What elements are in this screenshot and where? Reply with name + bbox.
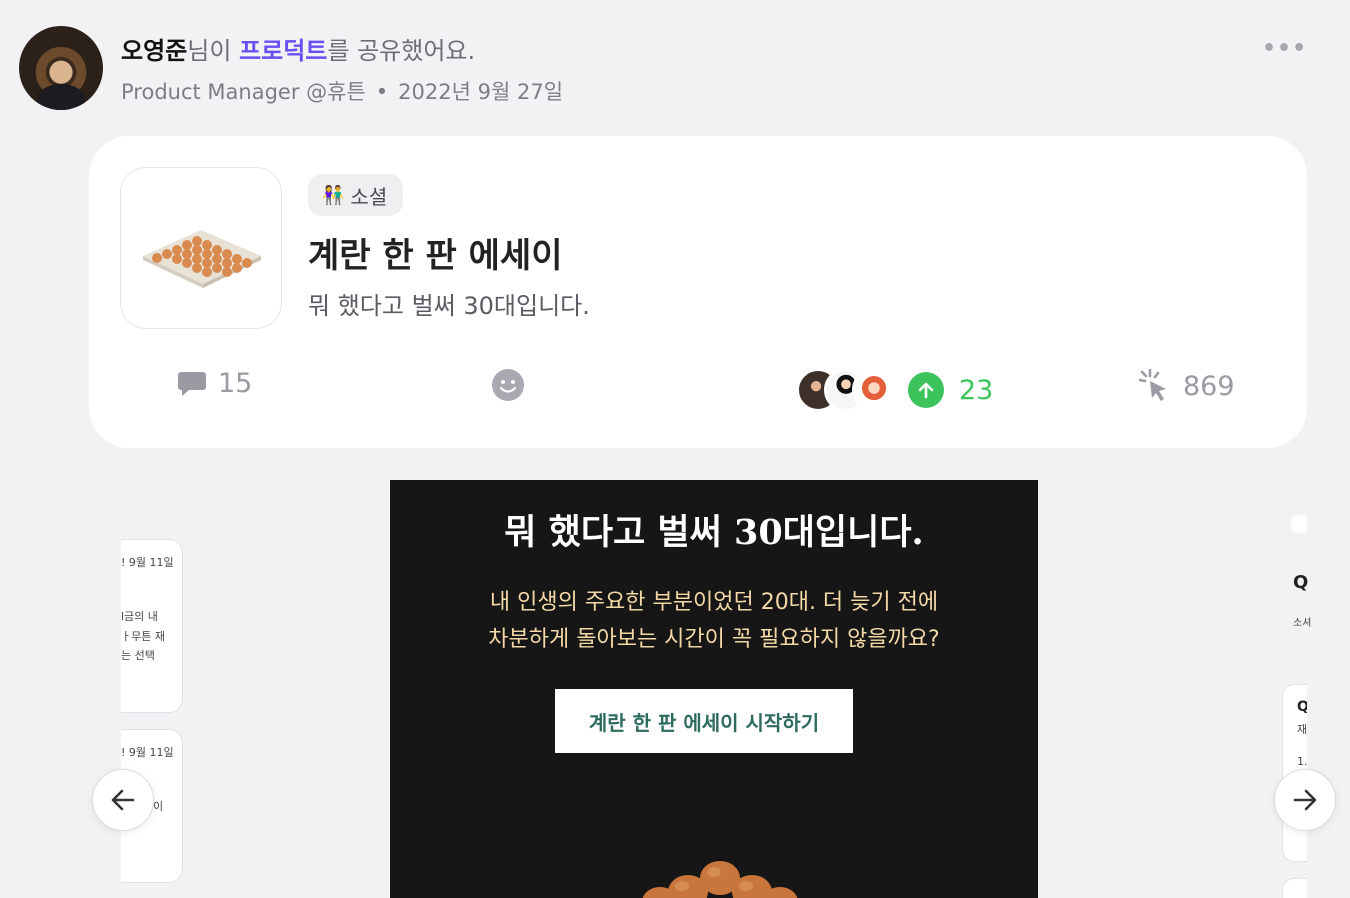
product-thumbnail[interactable] bbox=[120, 167, 282, 329]
comment-count: 15 bbox=[218, 368, 253, 399]
slide-date: ! 9월 11일 bbox=[121, 556, 174, 569]
view-count: 869 bbox=[1183, 370, 1235, 402]
comment-icon bbox=[178, 371, 206, 396]
egg-tray-image bbox=[143, 230, 261, 288]
slide-text: ㅏ무튼 재 bbox=[121, 630, 165, 643]
upvote-count: 23 bbox=[959, 374, 994, 406]
carousel-slide-edge bbox=[1291, 515, 1307, 533]
author-subline: Product Manager @휴튼 • 2022년 9월 27일 bbox=[121, 76, 563, 106]
product-title[interactable]: 계란 한 판 에세이 bbox=[308, 228, 562, 277]
emoji-icon bbox=[492, 369, 524, 401]
separator-dot: • bbox=[375, 80, 389, 104]
carousel-slide-main[interactable]: 뭐 했다고 벌써 30대입니다. 내 인생의 주요한 부분이었던 20대. 더 … bbox=[390, 480, 1038, 898]
upvote-arrow-icon bbox=[918, 382, 934, 399]
slide-body-line: 내 인생의 주요한 부분이었던 20대. 더 늦기 전에 bbox=[489, 590, 939, 615]
egg-pile-image bbox=[642, 861, 798, 898]
carousel-slide-next-2[interactable] bbox=[1282, 878, 1307, 898]
category-label: 소셜 bbox=[350, 184, 388, 209]
view-count-stat: 869 bbox=[1136, 368, 1235, 404]
emoji-reaction-button[interactable] bbox=[491, 368, 525, 402]
author-name[interactable]: 오영준 bbox=[121, 37, 187, 65]
arrow-right-icon bbox=[1293, 789, 1317, 811]
product-card[interactable]: 👫 소셜 계란 한 판 에세이 뭐 했다고 벌써 30대입니다. 15 23 8… bbox=[89, 136, 1307, 448]
carousel-slide-prev-1[interactable]: ! 9월 11일 l금의 내 ㅏ무튼 재 는 선택 bbox=[121, 539, 183, 713]
slide-body-line: 차분하게 돌아보는 시간이 꼭 필요하지 않을까요? bbox=[488, 627, 940, 652]
slide-heading: Q bbox=[1297, 699, 1307, 715]
post-header-line: 오영준님이 프로덕트를 공유했어요. bbox=[121, 31, 475, 66]
category-badge[interactable]: 👫 소셜 bbox=[308, 174, 404, 216]
more-icon[interactable]: ••• bbox=[1262, 36, 1307, 61]
people-icon: 👫 bbox=[322, 184, 345, 206]
upvote-group[interactable]: 23 bbox=[796, 368, 993, 412]
carousel-next-button[interactable] bbox=[1274, 769, 1336, 831]
honorific-text: 님이 bbox=[187, 37, 232, 65]
post-date: 2022년 9월 27일 bbox=[398, 80, 564, 104]
slide-text: 재 bbox=[1297, 723, 1307, 736]
slide-text: 이 bbox=[153, 800, 164, 813]
carousel-prev-button[interactable] bbox=[92, 769, 154, 831]
start-essay-button[interactable]: 계란 한 판 에세이 시작하기 bbox=[555, 689, 853, 753]
upvote-button[interactable] bbox=[908, 372, 944, 408]
slide-date: ! 9월 11일 bbox=[121, 746, 174, 759]
slide-text: 1. bbox=[1297, 755, 1307, 768]
action-text: 를 공유했어요. bbox=[327, 37, 476, 65]
author-role: Product Manager @휴튼 bbox=[121, 80, 366, 104]
arrow-left-icon bbox=[111, 789, 135, 811]
click-views-icon bbox=[1138, 368, 1166, 401]
comment-button[interactable]: 15 bbox=[177, 368, 252, 399]
slide-text: l금의 내 bbox=[121, 610, 158, 623]
slide-heading: Q bbox=[1293, 572, 1309, 593]
slide-heading: 뭐 했다고 벌써 30대입니다. bbox=[504, 512, 924, 553]
voter-avatar bbox=[852, 368, 896, 412]
slide-text: 소셔 bbox=[1293, 618, 1312, 629]
author-avatar[interactable] bbox=[19, 26, 103, 110]
product-link[interactable]: 프로덕트 bbox=[239, 37, 327, 65]
slide-body: 내 인생의 주요한 부분이었던 20대. 더 늦기 전에 차분하게 돌아보는 시… bbox=[390, 584, 1038, 658]
slide-text: 는 선택 bbox=[121, 649, 155, 662]
product-tagline: 뭐 했다고 벌써 30대입니다. bbox=[308, 292, 590, 320]
